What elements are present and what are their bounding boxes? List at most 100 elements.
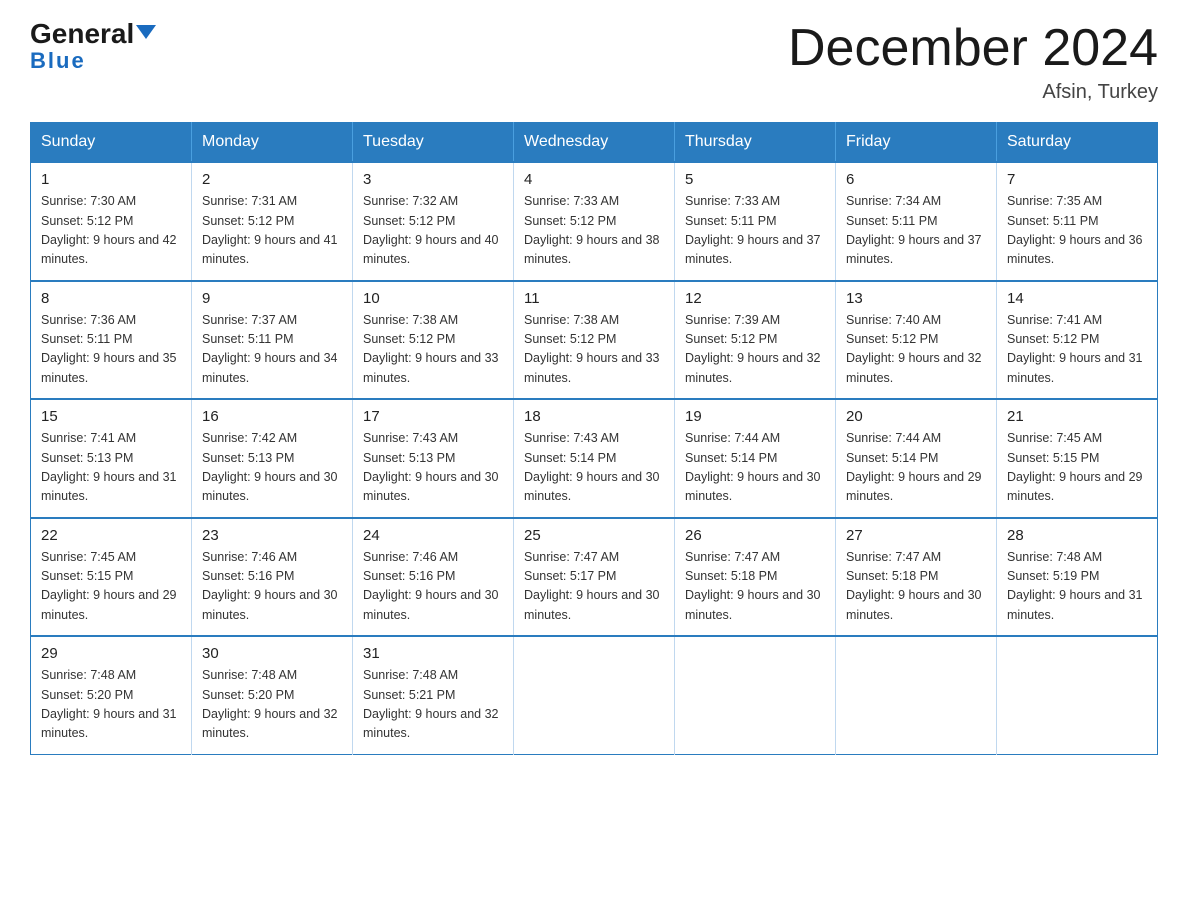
day-number: 2 xyxy=(202,171,342,188)
day-number: 10 xyxy=(363,290,503,307)
logo-blue: Blue xyxy=(30,48,86,74)
table-row: 13 Sunrise: 7:40 AMSunset: 5:12 PMDaylig… xyxy=(836,281,997,400)
table-row: 19 Sunrise: 7:44 AMSunset: 5:14 PMDaylig… xyxy=(675,399,836,518)
day-info: Sunrise: 7:48 AMSunset: 5:20 PMDaylight:… xyxy=(202,668,338,740)
calendar-subtitle: Afsin, Turkey xyxy=(788,81,1158,104)
calendar-week-2: 8 Sunrise: 7:36 AMSunset: 5:11 PMDayligh… xyxy=(31,281,1158,400)
table-row: 1 Sunrise: 7:30 AMSunset: 5:12 PMDayligh… xyxy=(31,162,192,281)
table-row: 7 Sunrise: 7:35 AMSunset: 5:11 PMDayligh… xyxy=(997,162,1158,281)
day-number: 17 xyxy=(363,408,503,425)
day-number: 4 xyxy=(524,171,664,188)
table-row: 26 Sunrise: 7:47 AMSunset: 5:18 PMDaylig… xyxy=(675,518,836,637)
day-info: Sunrise: 7:30 AMSunset: 5:12 PMDaylight:… xyxy=(41,194,177,266)
logo: General Blue xyxy=(30,20,156,74)
day-number: 14 xyxy=(1007,290,1147,307)
day-number: 27 xyxy=(846,527,986,544)
day-number: 11 xyxy=(524,290,664,307)
header-tuesday: Tuesday xyxy=(353,123,514,163)
table-row: 28 Sunrise: 7:48 AMSunset: 5:19 PMDaylig… xyxy=(997,518,1158,637)
day-info: Sunrise: 7:39 AMSunset: 5:12 PMDaylight:… xyxy=(685,313,821,385)
day-number: 13 xyxy=(846,290,986,307)
day-number: 30 xyxy=(202,645,342,662)
header-sunday: Sunday xyxy=(31,123,192,163)
day-number: 24 xyxy=(363,527,503,544)
day-info: Sunrise: 7:31 AMSunset: 5:12 PMDaylight:… xyxy=(202,194,338,266)
table-row: 22 Sunrise: 7:45 AMSunset: 5:15 PMDaylig… xyxy=(31,518,192,637)
table-row: 5 Sunrise: 7:33 AMSunset: 5:11 PMDayligh… xyxy=(675,162,836,281)
header-monday: Monday xyxy=(192,123,353,163)
day-number: 20 xyxy=(846,408,986,425)
day-info: Sunrise: 7:36 AMSunset: 5:11 PMDaylight:… xyxy=(41,313,177,385)
calendar-week-1: 1 Sunrise: 7:30 AMSunset: 5:12 PMDayligh… xyxy=(31,162,1158,281)
table-row: 31 Sunrise: 7:48 AMSunset: 5:21 PMDaylig… xyxy=(353,636,514,754)
day-number: 6 xyxy=(846,171,986,188)
page-header: General Blue December 2024 Afsin, Turkey xyxy=(30,20,1158,104)
table-row: 18 Sunrise: 7:43 AMSunset: 5:14 PMDaylig… xyxy=(514,399,675,518)
day-info: Sunrise: 7:32 AMSunset: 5:12 PMDaylight:… xyxy=(363,194,499,266)
header-friday: Friday xyxy=(836,123,997,163)
table-row: 10 Sunrise: 7:38 AMSunset: 5:12 PMDaylig… xyxy=(353,281,514,400)
day-number: 3 xyxy=(363,171,503,188)
day-info: Sunrise: 7:46 AMSunset: 5:16 PMDaylight:… xyxy=(363,550,499,622)
day-number: 29 xyxy=(41,645,181,662)
calendar-table: SundayMondayTuesdayWednesdayThursdayFrid… xyxy=(30,122,1158,755)
table-row: 29 Sunrise: 7:48 AMSunset: 5:20 PMDaylig… xyxy=(31,636,192,754)
day-info: Sunrise: 7:48 AMSunset: 5:20 PMDaylight:… xyxy=(41,668,177,740)
day-info: Sunrise: 7:45 AMSunset: 5:15 PMDaylight:… xyxy=(41,550,177,622)
table-row: 24 Sunrise: 7:46 AMSunset: 5:16 PMDaylig… xyxy=(353,518,514,637)
day-info: Sunrise: 7:40 AMSunset: 5:12 PMDaylight:… xyxy=(846,313,982,385)
day-info: Sunrise: 7:38 AMSunset: 5:12 PMDaylight:… xyxy=(524,313,660,385)
table-row: 8 Sunrise: 7:36 AMSunset: 5:11 PMDayligh… xyxy=(31,281,192,400)
logo-triangle-icon xyxy=(136,25,156,39)
day-number: 26 xyxy=(685,527,825,544)
logo-general: General xyxy=(30,20,134,48)
day-info: Sunrise: 7:38 AMSunset: 5:12 PMDaylight:… xyxy=(363,313,499,385)
day-number: 16 xyxy=(202,408,342,425)
table-row: 27 Sunrise: 7:47 AMSunset: 5:18 PMDaylig… xyxy=(836,518,997,637)
calendar-header-row: SundayMondayTuesdayWednesdayThursdayFrid… xyxy=(31,123,1158,163)
day-number: 7 xyxy=(1007,171,1147,188)
day-info: Sunrise: 7:35 AMSunset: 5:11 PMDaylight:… xyxy=(1007,194,1143,266)
day-info: Sunrise: 7:43 AMSunset: 5:13 PMDaylight:… xyxy=(363,431,499,503)
table-row xyxy=(836,636,997,754)
table-row: 30 Sunrise: 7:48 AMSunset: 5:20 PMDaylig… xyxy=(192,636,353,754)
day-info: Sunrise: 7:34 AMSunset: 5:11 PMDaylight:… xyxy=(846,194,982,266)
table-row: 3 Sunrise: 7:32 AMSunset: 5:12 PMDayligh… xyxy=(353,162,514,281)
day-number: 25 xyxy=(524,527,664,544)
day-number: 19 xyxy=(685,408,825,425)
day-number: 12 xyxy=(685,290,825,307)
day-info: Sunrise: 7:46 AMSunset: 5:16 PMDaylight:… xyxy=(202,550,338,622)
day-info: Sunrise: 7:42 AMSunset: 5:13 PMDaylight:… xyxy=(202,431,338,503)
day-info: Sunrise: 7:41 AMSunset: 5:13 PMDaylight:… xyxy=(41,431,177,503)
table-row: 6 Sunrise: 7:34 AMSunset: 5:11 PMDayligh… xyxy=(836,162,997,281)
calendar-title: December 2024 xyxy=(788,20,1158,77)
table-row: 16 Sunrise: 7:42 AMSunset: 5:13 PMDaylig… xyxy=(192,399,353,518)
table-row xyxy=(514,636,675,754)
title-block: December 2024 Afsin, Turkey xyxy=(788,20,1158,104)
day-number: 18 xyxy=(524,408,664,425)
day-number: 22 xyxy=(41,527,181,544)
day-number: 8 xyxy=(41,290,181,307)
table-row: 9 Sunrise: 7:37 AMSunset: 5:11 PMDayligh… xyxy=(192,281,353,400)
day-info: Sunrise: 7:47 AMSunset: 5:18 PMDaylight:… xyxy=(685,550,821,622)
day-info: Sunrise: 7:33 AMSunset: 5:12 PMDaylight:… xyxy=(524,194,660,266)
day-info: Sunrise: 7:41 AMSunset: 5:12 PMDaylight:… xyxy=(1007,313,1143,385)
day-number: 1 xyxy=(41,171,181,188)
header-saturday: Saturday xyxy=(997,123,1158,163)
day-info: Sunrise: 7:47 AMSunset: 5:18 PMDaylight:… xyxy=(846,550,982,622)
table-row: 11 Sunrise: 7:38 AMSunset: 5:12 PMDaylig… xyxy=(514,281,675,400)
table-row: 4 Sunrise: 7:33 AMSunset: 5:12 PMDayligh… xyxy=(514,162,675,281)
day-number: 15 xyxy=(41,408,181,425)
table-row: 20 Sunrise: 7:44 AMSunset: 5:14 PMDaylig… xyxy=(836,399,997,518)
day-info: Sunrise: 7:44 AMSunset: 5:14 PMDaylight:… xyxy=(846,431,982,503)
day-number: 31 xyxy=(363,645,503,662)
day-info: Sunrise: 7:37 AMSunset: 5:11 PMDaylight:… xyxy=(202,313,338,385)
calendar-week-5: 29 Sunrise: 7:48 AMSunset: 5:20 PMDaylig… xyxy=(31,636,1158,754)
table-row xyxy=(675,636,836,754)
day-info: Sunrise: 7:44 AMSunset: 5:14 PMDaylight:… xyxy=(685,431,821,503)
table-row: 25 Sunrise: 7:47 AMSunset: 5:17 PMDaylig… xyxy=(514,518,675,637)
table-row: 12 Sunrise: 7:39 AMSunset: 5:12 PMDaylig… xyxy=(675,281,836,400)
header-wednesday: Wednesday xyxy=(514,123,675,163)
day-number: 23 xyxy=(202,527,342,544)
day-info: Sunrise: 7:48 AMSunset: 5:19 PMDaylight:… xyxy=(1007,550,1143,622)
